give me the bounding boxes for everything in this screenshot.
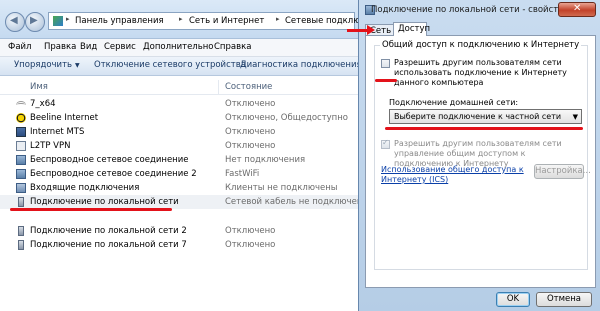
- red-highlight-underline: [10, 208, 172, 211]
- ics-group: Общий доступ к подключению к Интернету Р…: [374, 40, 591, 270]
- home-network-select-value: Выберите подключение к частной сети: [394, 112, 562, 121]
- allow-control-checkbox[interactable]: [381, 138, 390, 149]
- command-bar: Упорядочить ▼ Отключение сетевого устройс…: [0, 57, 362, 76]
- settings-button[interactable]: Настройка...: [534, 164, 591, 179]
- connection-status: Нет подключения: [225, 155, 306, 165]
- incoming-connections-icon: [16, 183, 26, 193]
- connection-row-selected[interactable]: Подключение по локальной сети Сетевой ка…: [0, 195, 362, 209]
- vpn-icon: [16, 141, 26, 151]
- ethernet-cable-icon: [18, 240, 24, 250]
- connection-status: Отключено: [225, 99, 276, 109]
- connection-name: Беспроводное сетевое соединение: [30, 155, 189, 165]
- connection-row[interactable]: Беспроводное сетевое соединение Нет подк…: [0, 153, 358, 167]
- allow-sharing-label: Разрешить другим пользователям сети испо…: [394, 58, 567, 87]
- connection-row[interactable]: Входящие подключения Клиенты не подключе…: [0, 181, 358, 195]
- column-divider[interactable]: [218, 80, 219, 94]
- connection-status: Отключено: [225, 226, 276, 236]
- connection-status: Отключено, Общедоступно: [225, 113, 348, 123]
- connection-status: Отключено: [225, 240, 276, 250]
- menu-advanced[interactable]: Дополнительно: [143, 42, 214, 52]
- connection-row[interactable]: Подключение по локальной сети 2 Отключен…: [0, 224, 358, 238]
- breadcrumb-separator-icon: ▸: [179, 15, 183, 23]
- connection-name: Подключение по локальной сети 7: [30, 240, 187, 250]
- menu-help[interactable]: Справка: [214, 42, 251, 52]
- connection-name: Подключение по локальной сети 2: [30, 226, 187, 236]
- menu-file[interactable]: Файл: [8, 42, 31, 52]
- forward-arrow-icon: ▶: [30, 15, 38, 26]
- connection-name: Подключение по локальной сети: [30, 197, 179, 207]
- connection-row[interactable]: Подключение по локальной сети 7 Отключен…: [0, 238, 358, 252]
- breadcrumb-control-panel[interactable]: Панель управления: [75, 16, 164, 26]
- organize-button[interactable]: Упорядочить ▼: [14, 60, 80, 70]
- modem-icon: [16, 127, 26, 137]
- disconnect-device-button[interactable]: Отключение сетевого устройства: [94, 60, 246, 70]
- sharing-tab-panel: Общий доступ к подключению к Интернету Р…: [365, 35, 596, 288]
- column-name-header[interactable]: Имя: [30, 82, 48, 92]
- organize-label: Упорядочить: [14, 60, 73, 70]
- connection-row[interactable]: L2TP VPN Отключено: [0, 139, 358, 153]
- connection-row[interactable]: Беспроводное сетевое соединение 2 FastWi…: [0, 167, 358, 181]
- dropdown-arrow-icon: ▼: [572, 113, 578, 121]
- tab-sharing[interactable]: Доступ: [393, 22, 430, 36]
- dialog-title-bar[interactable]: Подключение по локальной сети - свойства…: [359, 0, 600, 20]
- cancel-button[interactable]: Отмена: [536, 292, 592, 307]
- connection-name: Беспроводное сетевое соединение 2: [30, 169, 197, 179]
- allow-sharing-checkbox[interactable]: [381, 59, 390, 68]
- wifi-signal-icon: [16, 101, 26, 109]
- back-button[interactable]: ◀: [5, 12, 25, 32]
- menu-edit[interactable]: Правка: [44, 42, 76, 52]
- red-highlight-underline: [385, 127, 583, 130]
- diagnose-connection-button[interactable]: Диагностика подключения: [240, 60, 362, 70]
- ethernet-cable-icon: [18, 197, 24, 207]
- connection-status: Сетевой кабель не подключен: [225, 197, 363, 207]
- forward-button[interactable]: ▶: [25, 12, 45, 32]
- breadcrumb-network-internet[interactable]: Сеть и Интернет: [189, 16, 264, 26]
- ics-help-link[interactable]: Использование общего доступа к Интернету…: [381, 165, 529, 185]
- ok-button[interactable]: OK: [496, 292, 530, 307]
- home-network-select[interactable]: Выберите подключение к частной сети ▼: [389, 109, 582, 124]
- beeline-icon: [16, 113, 26, 123]
- back-arrow-icon: ◀: [10, 15, 18, 26]
- connection-name: Входящие подключения: [30, 183, 140, 193]
- wireless-adapter-icon: [16, 169, 26, 179]
- lan-properties-dialog: Подключение по локальной сети - свойства…: [358, 0, 600, 311]
- connection-status: Отключено: [225, 141, 276, 151]
- connection-row[interactable]: Internet MTS Отключено: [0, 125, 358, 139]
- menu-view[interactable]: Вид: [80, 42, 97, 52]
- connection-row[interactable]: 7_x64 Отключено: [0, 97, 358, 111]
- column-status-header[interactable]: Состояние: [225, 82, 272, 92]
- home-network-label: Подключение домашней сети:: [389, 98, 519, 107]
- column-header: Имя Состояние: [0, 80, 358, 95]
- close-button[interactable]: ✕: [558, 2, 596, 17]
- breadcrumb-separator-icon: ▸: [66, 15, 70, 23]
- menu-tools[interactable]: Сервис: [104, 42, 136, 52]
- address-box[interactable]: ▸ Панель управления ▸ Сеть и Интернет ▸ …: [48, 12, 387, 30]
- connection-name: L2TP VPN: [30, 141, 71, 151]
- chevron-down-icon: ▼: [75, 62, 80, 69]
- network-connections-window: ◀ ▶ ▸ Панель управления ▸ Сеть и Интерне…: [0, 0, 387, 311]
- connection-status: Отключено: [225, 127, 276, 137]
- connection-name: 7_x64: [30, 99, 56, 109]
- ics-group-title: Общий доступ к подключению к Интернету: [380, 40, 582, 50]
- menu-bar: Файл Правка Вид Сервис Дополнительно Спр…: [0, 39, 358, 57]
- ethernet-cable-icon: [18, 226, 24, 236]
- connection-name: Beeline Internet: [30, 113, 99, 123]
- connection-status: Клиенты не подключены: [225, 183, 338, 193]
- control-panel-icon: [53, 16, 63, 26]
- connection-name: Internet MTS: [30, 127, 85, 137]
- address-bar-area: ◀ ▶ ▸ Панель управления ▸ Сеть и Интерне…: [0, 0, 387, 39]
- close-icon: ✕: [573, 3, 582, 14]
- connection-row[interactable]: Beeline Internet Отключено, Общедоступно: [0, 111, 358, 125]
- connection-status: FastWiFi: [225, 169, 260, 179]
- red-highlight-underline: [375, 79, 397, 82]
- breadcrumb-separator-icon: ▸: [276, 15, 280, 23]
- dialog-title: Подключение по локальной сети - свойства: [371, 5, 569, 15]
- wireless-adapter-icon: [16, 155, 26, 165]
- red-arrow-annotation: [347, 25, 375, 35]
